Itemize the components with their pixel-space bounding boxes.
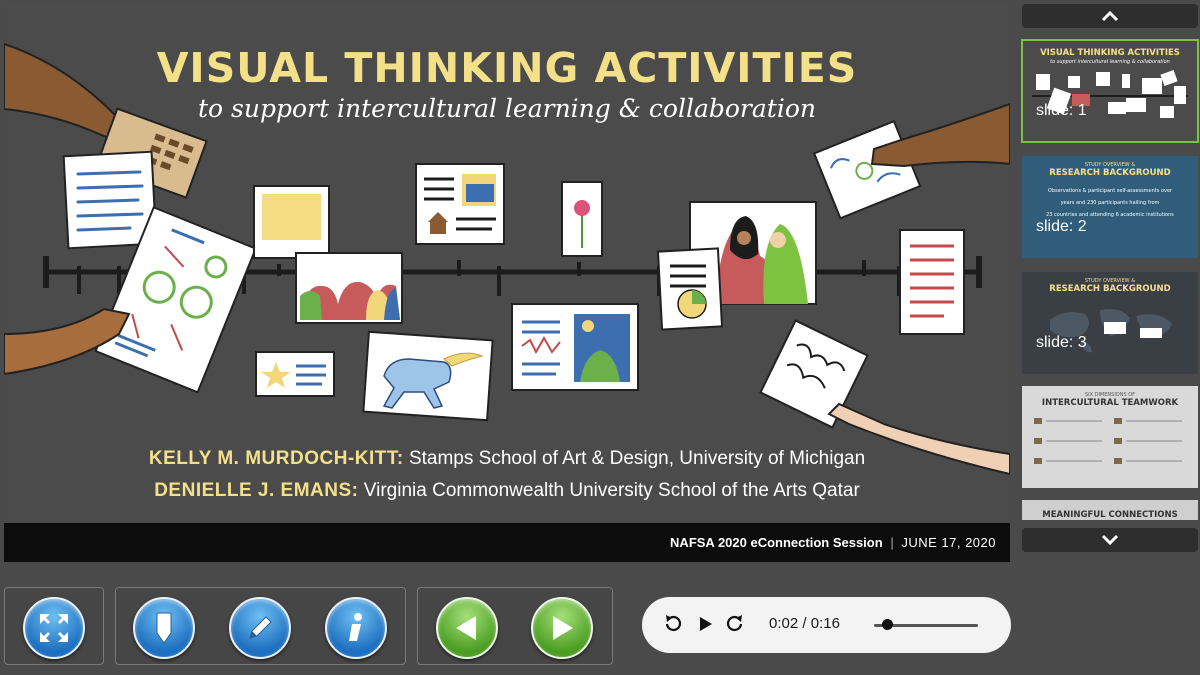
slide-footer: NAFSA 2020 eConnection Session | JUNE 17… — [4, 523, 1010, 562]
thumbnail-title: MEANINGFUL CONNECTIONS — [1042, 510, 1178, 520]
slide-thumbnail-4[interactable]: SIX DIMENSIONS OF INTERCULTURAL TEAMWORK — [1022, 386, 1198, 488]
info-button[interactable] — [325, 597, 387, 659]
fullscreen-icon — [40, 614, 68, 642]
thumbnail-title: VISUAL THINKING ACTIVITIES — [1040, 48, 1180, 58]
author-affiliation: Stamps School of Art & Design, Universit… — [408, 448, 866, 469]
playback-time: 0:02 / 0:16 — [769, 615, 840, 632]
tools-group — [115, 587, 406, 665]
previous-slide-button[interactable] — [436, 597, 498, 659]
download-icon — [156, 612, 172, 644]
thumbnails-scroll-up-button[interactable] — [1022, 4, 1198, 28]
slide-thumbnail-2[interactable]: STUDY OVERVIEW & RESEARCH BACKGROUND Obs… — [1022, 156, 1198, 258]
duration: 0:16 — [810, 615, 840, 632]
dimensions-preview — [1034, 418, 1182, 464]
footer-separator: | — [890, 535, 894, 550]
seek-handle[interactable] — [881, 619, 893, 630]
thumbnail-line: years and 230 participants hailing from — [1060, 200, 1160, 206]
time-separator: / — [802, 615, 807, 632]
play-icon[interactable] — [699, 616, 713, 632]
event-date: JUNE 17, 2020 — [901, 535, 996, 550]
fullscreen-button[interactable] — [23, 597, 85, 659]
author-name: DENIELLE J. EMANS: — [154, 480, 359, 501]
pencil-icon — [249, 616, 272, 639]
slide-subtitle: to support intercultural learning & coll… — [198, 94, 816, 123]
thumbnail-label: slide: 3 — [1036, 334, 1087, 351]
navigation-group — [417, 587, 613, 665]
thumbnail-title: INTERCULTURAL TEAMWORK — [1041, 398, 1179, 408]
thumbnail-line: Observations & participant self-assessme… — [1047, 188, 1173, 194]
author-line: DENIELLE J. EMANS: Virginia Commonwealth… — [4, 480, 1010, 502]
chevron-down-icon — [1101, 534, 1119, 546]
chevron-up-icon — [1101, 10, 1119, 22]
fullscreen-group — [4, 587, 104, 665]
thumbnail-label: slide: 1 — [1036, 102, 1087, 119]
forward-icon[interactable] — [724, 613, 746, 635]
author-name: KELLY M. MURDOCH-KITT: — [148, 448, 404, 469]
author-line: KELLY M. MURDOCH-KITT: Stamps School of … — [4, 448, 1010, 470]
slide-view: VISUAL THINKING ACTIVITIES to support in… — [4, 4, 1010, 562]
footer-text: NAFSA 2020 eConnection Session | JUNE 17… — [670, 535, 996, 550]
download-button[interactable] — [133, 597, 195, 659]
thumbnails-scroll-down-button[interactable] — [1022, 528, 1198, 552]
event-name: NAFSA 2020 eConnection Session — [670, 535, 883, 550]
info-icon — [349, 613, 362, 641]
slide-thumbnail-5[interactable]: MEANINGFUL CONNECTIONS — [1022, 500, 1198, 520]
thumbnail-label: slide: 2 — [1036, 218, 1087, 235]
next-slide-button[interactable] — [531, 597, 593, 659]
current-time: 0:02 — [769, 615, 799, 632]
thumbnail-title: RESEARCH BACKGROUND — [1049, 284, 1171, 294]
rewind-icon[interactable] — [662, 613, 684, 635]
edit-button[interactable] — [229, 597, 291, 659]
slide-thumbnail-3[interactable]: STUDY OVERVIEW & RESEARCH BACKGROUND sli… — [1022, 272, 1198, 374]
audio-player: 0:02 / 0:16 — [642, 597, 1011, 653]
previous-icon — [456, 616, 476, 640]
thumbnail-title: RESEARCH BACKGROUND — [1049, 168, 1171, 178]
slide-title: VISUAL THINKING ACTIVITIES — [156, 44, 858, 92]
next-icon — [553, 616, 573, 640]
slide-thumbnail-1[interactable]: VISUAL THINKING ACTIVITIES to support in… — [1021, 39, 1199, 143]
author-affiliation: Virginia Commonwealth University School … — [363, 480, 860, 501]
